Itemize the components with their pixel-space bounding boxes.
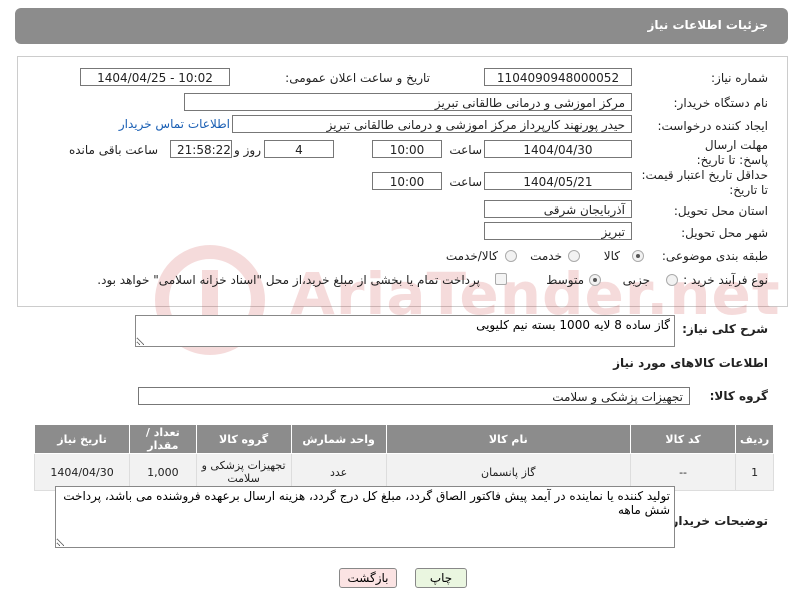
reply-time-field: 10:00 [372, 140, 442, 158]
cell-date: 1404/04/30 [33, 453, 131, 491]
need-number-label: شماره نیاز: [711, 71, 768, 85]
buyer-org-field: مرکز اموزشی و درمانی طالقانی تبریز [184, 93, 632, 111]
page-header: جزئیات اطلاعات نیاز [15, 8, 788, 44]
back-button[interactable]: بازگشت [339, 568, 397, 588]
category-radio-goods-service[interactable] [505, 250, 517, 262]
col-group: گروه کالا [195, 424, 292, 454]
page-title: جزئیات اطلاعات نیاز [647, 18, 768, 32]
category-option-goods: کالا [603, 249, 620, 263]
process-label: نوع فرآیند خرید : [683, 273, 768, 287]
goods-table-header: ردیف کد کالا نام کالا واحد شمارش گروه کا… [33, 424, 774, 454]
remaining-label: ساعت باقی مانده [68, 143, 158, 157]
city-field: تبریز [484, 222, 632, 240]
process-radio-minor[interactable] [666, 274, 678, 286]
buyer-notes-textarea[interactable]: تولید کننده یا نماینده در آیمد پیش فاکتو… [55, 486, 675, 548]
process-option-medium: متوسط [546, 273, 584, 287]
cell-unit: عدد [290, 453, 387, 491]
process-radio-medium[interactable] [589, 274, 601, 286]
col-name: نام کالا [385, 424, 631, 454]
table-row: 1 -- گاز پانسمان عدد تجهیزات پزشکی و سلا… [33, 453, 774, 491]
goods-table: ردیف کد کالا نام کالا واحد شمارش گروه کا… [33, 424, 774, 491]
validity-date-field: 1404/05/21 [484, 172, 632, 190]
reply-deadline-label: مهلت ارسال پاسخ: تا تاریخ: [696, 138, 768, 167]
buyer-org-label: نام دستگاه خریدار: [673, 96, 769, 110]
category-option-service: خدمت [530, 249, 562, 263]
treasury-payment-note: پرداخت تمام یا بخشی از مبلغ خرید،از محل … [97, 273, 480, 287]
validity-time-field: 10:00 [372, 172, 442, 190]
reply-date-field: 1404/04/30 [484, 140, 632, 158]
cell-code: -- [629, 453, 737, 491]
buyer-notes-label: توضیحات خریدار: [666, 514, 768, 528]
province-label: استان محل تحویل: [673, 204, 768, 218]
cell-name: گاز پانسمان [385, 453, 631, 491]
col-code: کد کالا [629, 424, 737, 454]
need-number-field: 1104090948000052 [484, 68, 632, 86]
city-label: شهر محل تحویل: [681, 226, 768, 240]
print-button[interactable]: چاپ [415, 568, 467, 588]
cell-row: 1 [735, 453, 774, 491]
requester-field: حیدر پورنهند کارپرداز مرکز اموزشی و درما… [232, 115, 632, 133]
category-option-goods-service: کالا/خدمت [445, 249, 498, 263]
description-label: شرح کلی نیاز: [682, 322, 768, 336]
goods-group-field: تجهیزات پزشکی و سلامت [138, 387, 690, 405]
remaining-time-field: 21:58:22 [170, 140, 232, 158]
col-row: ردیف [735, 424, 774, 454]
cell-qty: 1,000 [129, 453, 197, 491]
validity-time-label: ساعت [449, 175, 482, 189]
description-textarea[interactable]: گاز ساده 8 لایه 1000 بسته نیم کلیویی [135, 315, 675, 347]
col-date: تاریخ نیاز [33, 424, 131, 454]
announce-label: تاریخ و ساعت اعلان عمومی: [285, 71, 430, 85]
cell-group: تجهیزات پزشکی و سلامت [195, 453, 292, 491]
reply-time-label: ساعت [449, 143, 482, 157]
process-option-minor: جزیی [622, 273, 650, 287]
goods-section-title: اطلاعات کالاهای مورد نیاز [613, 356, 768, 370]
category-radio-goods[interactable] [632, 250, 644, 262]
goods-group-label: گروه کالا: [709, 389, 768, 403]
contact-info-link[interactable]: اطلاعات تماس خریدار [119, 117, 230, 131]
price-validity-label: حداقل تاریخ اعتبار قیمت: تا تاریخ: [641, 168, 768, 197]
col-unit: واحد شمارش [290, 424, 387, 454]
col-qty: تعداد / مقدار [129, 424, 197, 454]
announce-field: 1404/04/25 - 10:02 [80, 68, 230, 86]
category-label: طبقه بندی موضوعی: [661, 249, 768, 263]
category-radio-service[interactable] [568, 250, 580, 262]
days-field: 4 [264, 140, 334, 158]
province-field: آذربایجان شرقی [484, 200, 632, 218]
days-label: روز و [234, 143, 261, 157]
requester-label: ایجاد کننده درخواست: [657, 119, 768, 133]
treasury-payment-checkbox[interactable] [495, 273, 507, 285]
